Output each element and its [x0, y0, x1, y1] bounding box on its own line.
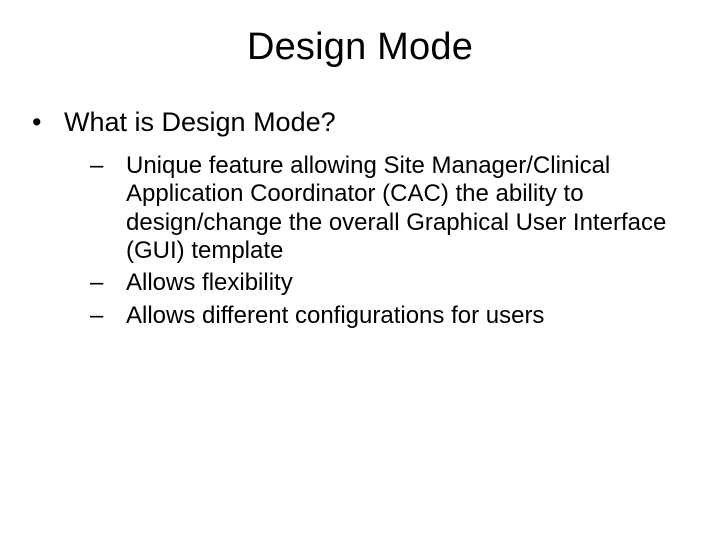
bullet-level2-text: Unique feature allowing Site Manager/Cli… — [126, 152, 666, 264]
bullet-level2-text: Allows different configurations for user… — [126, 302, 544, 329]
bullet-level2: –Unique feature allowing Site Manager/Cl… — [36, 152, 684, 265]
bullet-dot-icon: • — [48, 107, 64, 138]
bullet-level1: •What is Design Mode? — [36, 107, 684, 138]
dash-icon: – — [108, 269, 126, 297]
dash-icon: – — [108, 302, 126, 330]
bullet-level2: –Allows different configurations for use… — [36, 302, 684, 330]
slide-title: Design Mode — [36, 26, 684, 69]
dash-icon: – — [108, 152, 126, 180]
bullet-level2: –Allows flexibility — [36, 269, 684, 297]
bullet-level2-text: Allows flexibility — [126, 269, 293, 296]
slide: Design Mode •What is Design Mode? –Uniqu… — [0, 0, 720, 540]
bullet-level1-text: What is Design Mode? — [64, 107, 336, 137]
